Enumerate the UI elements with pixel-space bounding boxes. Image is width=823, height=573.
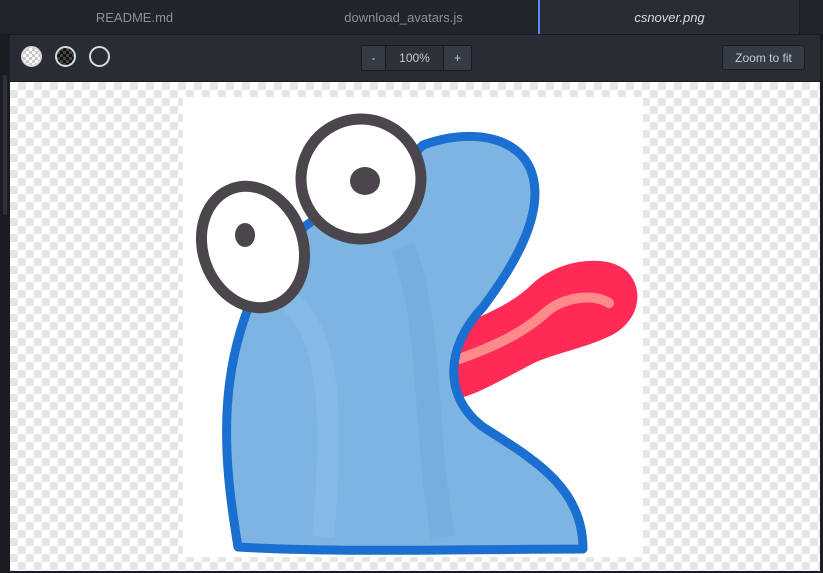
image-toolbar: - 100% + Zoom to fit (10, 35, 820, 82)
transparent-dark-background-button[interactable] (55, 46, 76, 67)
zoom-in-button[interactable]: + (444, 46, 471, 70)
resize-handle[interactable] (3, 75, 7, 215)
image-canvas (183, 97, 643, 557)
zoom-controls: - 100% + (361, 45, 472, 71)
left-pupil (235, 223, 255, 247)
zoom-level-display[interactable]: 100% (386, 46, 444, 70)
tab-label: csnover.png (634, 9, 705, 25)
tab-download-avatars[interactable]: download_avatars.js (269, 0, 538, 34)
tab-label: download_avatars.js (344, 9, 463, 25)
zoom-to-fit-button[interactable]: Zoom to fit (722, 45, 805, 70)
transparent-light-background-button[interactable] (21, 46, 42, 67)
creature-drawing (195, 113, 638, 555)
image-viewer[interactable] (10, 82, 820, 571)
white-background-button[interactable] (89, 46, 110, 67)
zoom-out-button[interactable]: - (362, 46, 386, 70)
tab-csnover-png[interactable]: csnover.png (538, 0, 800, 34)
left-gutter (0, 35, 10, 573)
tab-label: README.md (95, 9, 174, 25)
tab-readme[interactable]: README.md (0, 0, 269, 34)
right-pupil (350, 167, 380, 195)
tab-bar: README.md download_avatars.js csnover.pn… (0, 0, 823, 35)
